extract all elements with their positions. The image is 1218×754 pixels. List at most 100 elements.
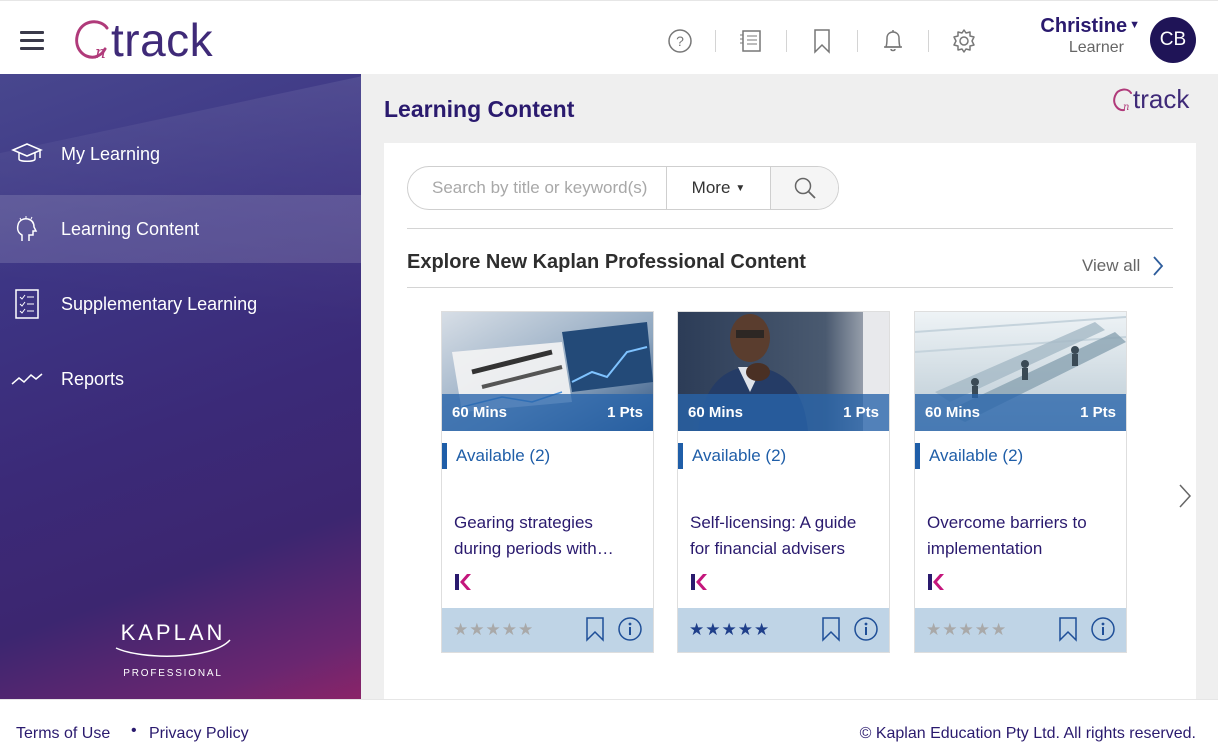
availability-marker <box>442 443 447 469</box>
chevron-right-icon <box>1179 484 1192 508</box>
card-duration: 60 Mins <box>452 404 508 421</box>
search-input[interactable] <box>408 167 666 209</box>
document-list-icon[interactable] <box>731 23 771 59</box>
section-title: Explore New Kaplan Professional Content <box>407 251 806 273</box>
divider <box>407 287 1173 288</box>
kaplan-subtitle: PROFESSIONAL <box>123 668 223 679</box>
card-actions <box>573 616 643 642</box>
trend-line-icon <box>11 365 43 393</box>
bookmark-icon[interactable] <box>802 23 842 59</box>
mini-logo-text: track <box>1133 84 1190 114</box>
availability-text: Available (2) <box>456 446 551 465</box>
chevron-down-icon: ▼ <box>1129 19 1140 31</box>
bookmark-icon[interactable] <box>821 616 841 642</box>
more-label: More <box>691 178 731 197</box>
bookmark-icon[interactable] <box>585 616 605 642</box>
page-title: Learning Content <box>384 96 575 122</box>
user-name[interactable]: Christine ▼ <box>1032 15 1140 38</box>
divider <box>786 30 787 52</box>
card-meta-band: 60 Mins 1 Pts <box>442 394 653 431</box>
sidebar-item-learning-content[interactable]: Learning Content <box>0 195 361 263</box>
sidebar-item-label: Supplementary Learning <box>61 293 258 314</box>
info-icon[interactable] <box>617 616 643 642</box>
svg-text:?: ? <box>676 33 684 49</box>
card-title[interactable]: Gearing strategies during periods with… <box>454 510 644 562</box>
terms-of-use-link[interactable]: Terms of Use <box>16 725 110 743</box>
card-title[interactable]: Overcome barriers to implementation <box>927 510 1117 562</box>
avatar[interactable]: CB <box>1150 17 1196 63</box>
content-card[interactable]: 60 Mins 1 Pts Available (2) Gearing stra… <box>441 311 654 653</box>
graduation-cap-icon <box>11 140 43 168</box>
user-role: Learner <box>1068 39 1124 56</box>
content-panel: More ▼ Explore New Kaplan Professional Co… <box>384 143 1196 699</box>
content-card[interactable]: 60 Mins 1 Pts Available (2) Self-licensi… <box>677 311 890 653</box>
kaplan-k-icon <box>927 573 945 596</box>
card-points: 1 Pts <box>607 404 643 421</box>
ontrack-mini-logo: n track <box>1112 84 1189 115</box>
kaplan-professional-logo: KAPLAN PROFESSIONAL <box>108 620 238 679</box>
card-actions <box>1046 616 1116 642</box>
info-icon[interactable] <box>853 616 879 642</box>
chevron-down-icon: ▼ <box>735 182 746 194</box>
bookmark-icon[interactable] <box>1058 616 1078 642</box>
sidebar: My Learning Learning Content Supplementa… <box>0 74 361 699</box>
main-content: Learning Content n track More ▼ Explore N… <box>361 74 1218 699</box>
header-icon-bar: ? <box>660 23 984 59</box>
head-lightbulb-icon <box>11 215 43 243</box>
page-footer: Terms of Use • Privacy Policy © Kaplan E… <box>0 699 1218 754</box>
divider <box>857 30 858 52</box>
bell-icon[interactable] <box>873 23 913 59</box>
kaplan-k-icon <box>454 573 472 596</box>
divider <box>715 30 716 52</box>
help-icon[interactable]: ? <box>660 23 700 59</box>
card-actions <box>809 616 879 642</box>
checklist-icon <box>11 289 43 319</box>
view-all-label: View all <box>1082 256 1141 275</box>
sidebar-item-label: My Learning <box>61 143 161 164</box>
card-duration: 60 Mins <box>925 404 981 421</box>
user-menu[interactable]: Christine ▼ Learner <box>1032 15 1140 57</box>
carousel-next-button[interactable] <box>1178 483 1192 514</box>
star-rating[interactable]: ★★★★★ <box>689 620 770 640</box>
sidebar-item-label: Learning Content <box>61 218 200 239</box>
card-meta-band: 60 Mins 1 Pts <box>678 394 889 431</box>
logo-text: track <box>111 14 214 66</box>
divider <box>928 30 929 52</box>
card-footer: ★★★★★ <box>442 608 653 652</box>
availability-text: Available (2) <box>929 446 1024 465</box>
footer-bullet: • <box>131 722 137 739</box>
availability-status: Available (2) <box>442 443 550 469</box>
availability-marker <box>678 443 683 469</box>
ontrack-mini-logo-mark: n <box>1113 88 1132 113</box>
star-rating[interactable]: ★★★★★ <box>926 620 1007 640</box>
card-footer: ★★★★★ <box>678 608 889 652</box>
content-card[interactable]: 60 Mins 1 Pts Available (2) Overcome bar… <box>914 311 1127 653</box>
availability-marker <box>915 443 920 469</box>
card-points: 1 Pts <box>843 404 879 421</box>
ontrack-logo[interactable]: n track <box>73 14 214 66</box>
view-all-link[interactable]: View all <box>1082 255 1164 277</box>
privacy-policy-link[interactable]: Privacy Policy <box>149 725 249 743</box>
hamburger-menu-icon[interactable] <box>20 31 44 51</box>
kaplan-swoosh <box>115 639 231 657</box>
more-filter-dropdown[interactable]: More ▼ <box>666 167 770 209</box>
info-icon[interactable] <box>1090 616 1116 642</box>
kaplan-k-icon <box>690 573 708 596</box>
card-title[interactable]: Self-licensing: A guide for financial ad… <box>690 510 880 562</box>
card-meta-band: 60 Mins 1 Pts <box>915 394 1126 431</box>
sidebar-item-my-learning[interactable]: My Learning <box>0 120 361 188</box>
copyright-text: © Kaplan Education Pty Ltd. All rights r… <box>859 725 1196 742</box>
ontrack-logo-mark: n <box>75 20 109 63</box>
card-footer: ★★★★★ <box>915 608 1126 652</box>
svg-text:n: n <box>95 43 106 63</box>
star-rating[interactable]: ★★★★★ <box>453 620 534 640</box>
sidebar-item-label: Reports <box>61 368 125 389</box>
search-bar: More ▼ <box>407 166 839 210</box>
gear-icon[interactable] <box>944 23 984 59</box>
card-duration: 60 Mins <box>688 404 744 421</box>
card-points: 1 Pts <box>1080 404 1116 421</box>
sidebar-item-reports[interactable]: Reports <box>0 345 361 413</box>
search-button[interactable] <box>770 167 838 209</box>
availability-text: Available (2) <box>692 446 787 465</box>
sidebar-item-supplementary-learning[interactable]: Supplementary Learning <box>0 270 361 338</box>
